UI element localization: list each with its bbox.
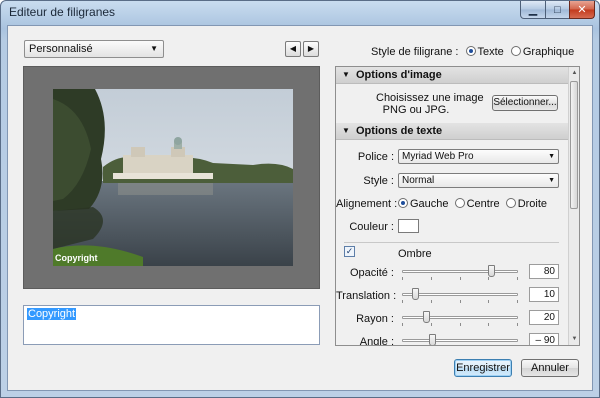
text-color-swatch[interactable]	[398, 219, 419, 233]
minimize-icon: ▁	[528, 4, 538, 16]
divider	[344, 242, 559, 243]
watermark-editor-window: Editeur de filigranes ▁ □ ✕ Personnalisé…	[0, 0, 600, 398]
align-center-radio[interactable]: Centre	[454, 198, 500, 210]
offset-label: Translation :	[336, 290, 397, 302]
preset-dropdown[interactable]: Personnalisé ▼	[24, 40, 164, 58]
arrow-right-icon: ▶	[307, 44, 315, 53]
angle-label: Angle :	[359, 336, 394, 346]
chevron-down-icon: ▼	[150, 44, 158, 53]
chevron-down-icon: ▼	[548, 177, 555, 184]
image-hint-line2: PNG ou JPG.	[382, 104, 450, 116]
slider-track	[402, 316, 518, 319]
radius-slider[interactable]	[402, 311, 518, 326]
previous-image-button[interactable]: ◀	[285, 41, 301, 57]
options-panel: ▲ ▼ ▼ Options d'image Choisissez une ima…	[335, 66, 580, 346]
color-label: Couleur :	[349, 221, 394, 233]
opacity-slider[interactable]	[402, 265, 518, 280]
scroll-down-icon[interactable]: ▼	[570, 334, 579, 344]
style-value: Normal	[402, 175, 435, 186]
title-bar[interactable]: Editeur de filigranes ▁ □ ✕	[1, 1, 599, 23]
scrollbar-thumb[interactable]	[570, 81, 578, 209]
next-image-button[interactable]: ▶	[303, 41, 319, 57]
watermark-style-label: Style de filigrane :	[371, 46, 459, 58]
watermark-overlay-text: Copyright	[55, 253, 98, 263]
font-label: Police :	[357, 151, 394, 163]
shadow-label: Ombre	[398, 248, 432, 260]
alignment-label: Alignement :	[336, 198, 398, 210]
cancel-button[interactable]: Annuler	[521, 359, 579, 377]
collapse-triangle-icon: ▼	[342, 70, 350, 79]
slider-track	[402, 270, 518, 273]
font-dropdown[interactable]: Myriad Web Pro ▼	[398, 149, 559, 164]
style-label: Style :	[363, 175, 394, 187]
arrow-left-icon: ◀	[289, 44, 297, 53]
lake-castle-photo	[53, 89, 293, 266]
maximize-button[interactable]: □	[545, 1, 570, 19]
slider-ticks	[402, 277, 518, 280]
image-hint: Choisissez une image PNG ou JPG.	[376, 92, 484, 116]
align-right-label: Droite	[517, 198, 548, 210]
text-options-header[interactable]: ▼ Options de texte	[336, 123, 568, 140]
maximize-icon: □	[554, 3, 561, 16]
watermark-text-input[interactable]: Copyright	[23, 305, 320, 345]
image-preview: Copyright	[23, 66, 320, 289]
radio-unselected-icon[interactable]	[510, 46, 521, 56]
image-hint-line1: Choisissez une image	[376, 92, 484, 104]
slider-ticks	[402, 300, 518, 303]
shadow-checkbox[interactable]: ✓	[344, 246, 355, 257]
offset-value-field[interactable]: 10	[529, 287, 559, 302]
slider-track	[402, 293, 518, 296]
preset-value: Personnalisé	[29, 43, 93, 55]
radio-selected-icon[interactable]	[398, 198, 408, 208]
dialog-body: Personnalisé ▼ ◀ ▶ Style de filigrane : …	[7, 25, 593, 391]
select-image-button[interactable]: Sélectionner...	[492, 95, 558, 111]
radio-text-label: Texte	[477, 46, 504, 58]
opacity-value-field[interactable]: 80	[529, 264, 559, 279]
collapse-triangle-icon: ▼	[342, 126, 350, 135]
angle-slider[interactable]	[402, 334, 518, 345]
text-options-title: Options de texte	[356, 125, 443, 137]
opacity-slider-thumb[interactable]	[488, 265, 495, 277]
chevron-down-icon: ▼	[548, 153, 555, 160]
radio-text[interactable]: Texte	[465, 46, 507, 58]
close-button[interactable]: ✕	[569, 1, 595, 19]
angle-value-field[interactable]: – 90	[529, 333, 559, 345]
minimize-button[interactable]: ▁	[520, 1, 546, 19]
window-title: Editeur de filigranes	[9, 5, 116, 19]
radius-slider-thumb[interactable]	[423, 311, 430, 323]
watermark-style-group: Style de filigrane : Texte Graphique	[371, 46, 574, 58]
alignment-group: Gauche Centre Droite	[398, 198, 547, 210]
panel-scrollbar[interactable]: ▲ ▼	[568, 67, 579, 345]
style-dropdown[interactable]: Normal ▼	[398, 173, 559, 188]
angle-slider-thumb[interactable]	[429, 334, 436, 345]
watermark-text-value: Copyright	[27, 308, 77, 320]
radio-unselected-icon[interactable]	[454, 198, 465, 208]
opacity-label: Opacité :	[349, 267, 394, 279]
offset-slider-thumb[interactable]	[412, 288, 419, 300]
radio-graphic-label: Graphique	[522, 46, 575, 58]
save-button[interactable]: Enregistrer	[454, 359, 512, 377]
image-options-header[interactable]: ▼ Options d'image	[336, 67, 568, 84]
preview-photo: Copyright	[53, 89, 293, 266]
align-left-radio[interactable]: Gauche	[398, 198, 449, 210]
radius-value-field[interactable]: 20	[529, 310, 559, 325]
radio-selected-icon[interactable]	[465, 46, 476, 56]
radio-unselected-icon[interactable]	[505, 198, 516, 208]
align-left-label: Gauche	[410, 198, 449, 210]
checkmark-icon: ✓	[345, 246, 354, 256]
scroll-up-icon[interactable]: ▲	[570, 68, 579, 78]
image-options-title: Options d'image	[356, 69, 442, 81]
align-right-radio[interactable]: Droite	[505, 198, 548, 210]
slider-ticks	[402, 323, 518, 326]
radius-label: Rayon :	[356, 313, 394, 325]
offset-slider[interactable]	[402, 288, 518, 303]
close-icon: ✕	[577, 4, 587, 16]
radio-graphic[interactable]: Graphique	[510, 46, 575, 58]
font-value: Myriad Web Pro	[402, 151, 474, 162]
slider-track	[402, 339, 518, 342]
align-center-label: Centre	[466, 198, 500, 210]
